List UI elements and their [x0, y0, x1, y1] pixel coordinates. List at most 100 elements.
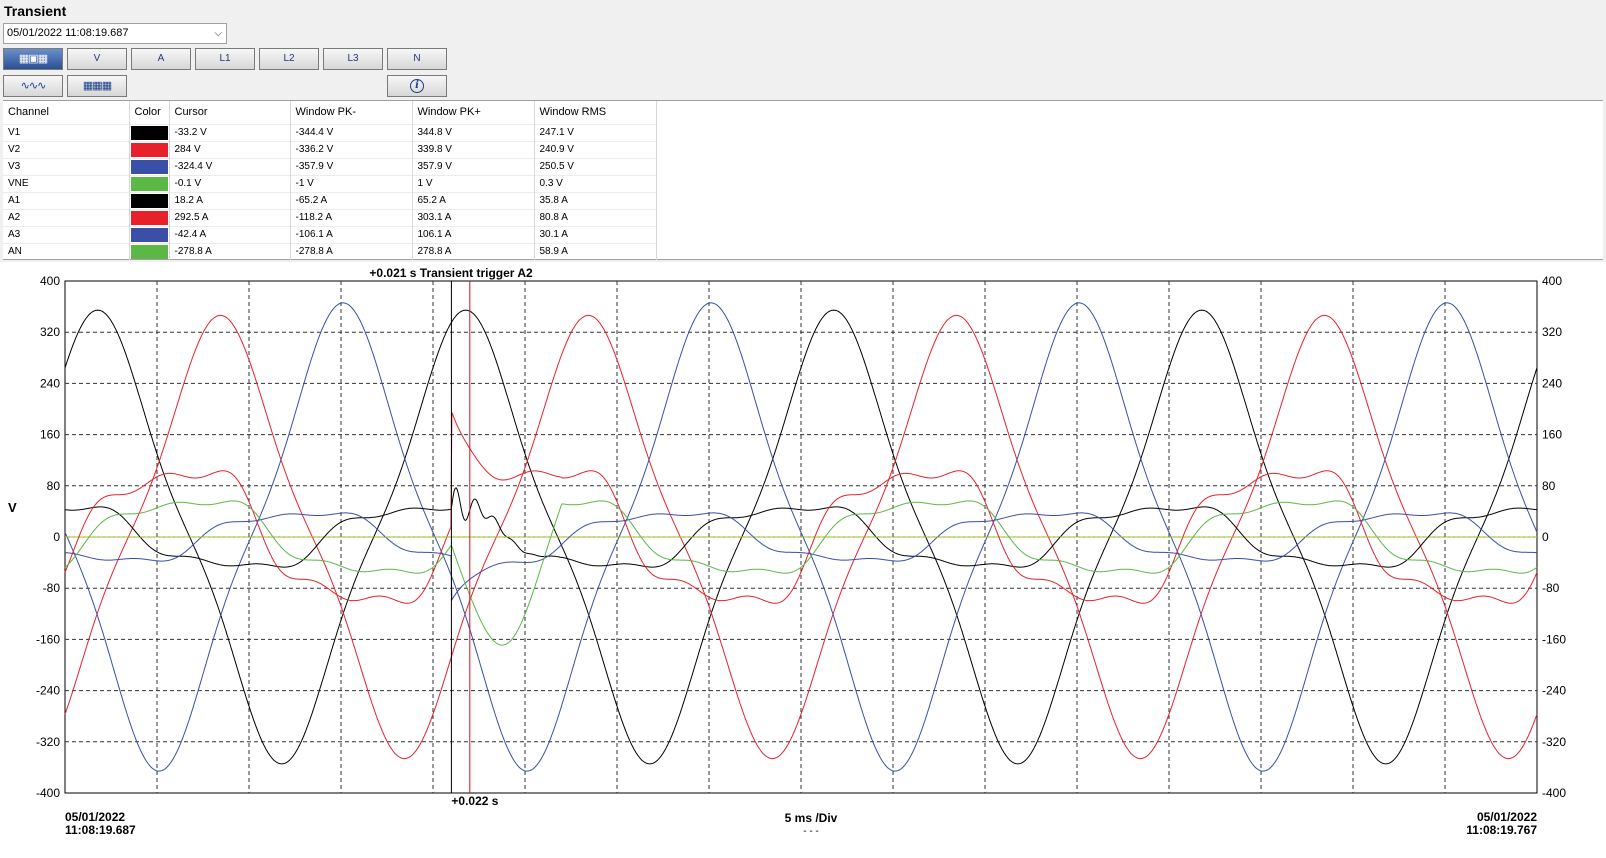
y-tick-label-left: -160 — [36, 632, 60, 646]
channel-table: Channel Color Cursor Window PK- Window P… — [3, 101, 657, 260]
cell-cursor: 284 V — [169, 140, 291, 158]
cell-channel: A3 — [3, 225, 130, 243]
cell-cursor: -33.2 V — [169, 123, 291, 141]
cell-color — [129, 123, 170, 141]
color-swatch[interactable] — [130, 159, 168, 174]
cell-channel: VNE — [3, 174, 130, 192]
y-tick-label-right: 0 — [1542, 530, 1549, 544]
amps-button[interactable]: A — [131, 48, 191, 70]
cell-rms: 247.1 V — [534, 123, 657, 141]
cell-pk-plus: 339.8 V — [412, 140, 535, 158]
y-tick-label-right: 160 — [1542, 428, 1562, 442]
y-tick-label-left: 80 — [47, 479, 61, 493]
column-header-color[interactable]: Color — [129, 101, 170, 124]
column-header-cursor[interactable]: Cursor — [169, 101, 291, 124]
waveform-view-button[interactable]: ∿∿∿ — [3, 75, 63, 97]
cell-rms: 35.8 A — [534, 191, 657, 209]
cell-channel: V1 — [3, 123, 130, 141]
table-row[interactable]: V3 -324.4 V -357.9 V 357.9 V 250.5 V — [3, 157, 657, 175]
cell-color — [129, 225, 170, 243]
column-header-pk-minus[interactable]: Window PK- — [290, 101, 413, 124]
multi-window-button[interactable]: ▦▣▦ — [3, 48, 63, 70]
l1-button[interactable]: L1 — [195, 48, 255, 70]
cell-pk-plus: 357.9 V — [412, 157, 535, 175]
color-swatch[interactable] — [130, 142, 168, 157]
start-date-label: 05/01/2022 — [65, 810, 125, 824]
cell-pk-plus: 278.8 A — [412, 242, 535, 260]
l3-button[interactable]: L3 — [323, 48, 383, 70]
y-tick-label-right: 320 — [1542, 325, 1562, 339]
table-view-button[interactable]: ▦▦▦ — [67, 75, 127, 97]
y-tick-label-left: -400 — [36, 786, 60, 800]
volts-button[interactable]: V — [67, 48, 127, 70]
cell-color — [129, 174, 170, 192]
cell-rms: 58.9 A — [534, 242, 657, 260]
end-time-label: 11:08:19.767 — [1466, 823, 1537, 837]
cell-color — [129, 140, 170, 158]
waveform-chart: 400 400 320 320 240 240 160 160 80 80 0 0 -80 -80 -160… — [0, 262, 1606, 858]
cell-cursor: -278.8 A — [169, 242, 291, 260]
table-row[interactable]: A2 292.5 A -118.2 A 303.1 A 80.8 A — [3, 208, 657, 226]
y-tick-label-left: 0 — [53, 530, 60, 544]
y-tick-label-left: -80 — [43, 581, 61, 595]
column-header-pk-plus[interactable]: Window PK+ — [412, 101, 535, 124]
cell-channel: V3 — [3, 157, 130, 175]
cell-pk-minus: -344.4 V — [290, 123, 413, 141]
color-swatch[interactable] — [130, 176, 168, 191]
cell-pk-minus: -65.2 A — [290, 191, 413, 209]
timestamp-select-value: 05/01/2022 11:08:19.687 — [7, 27, 129, 39]
table-row[interactable]: A1 18.2 A -65.2 A 65.2 A 35.8 A — [3, 191, 657, 209]
cell-color — [129, 242, 170, 260]
y-axis-label: V — [8, 500, 17, 515]
y-tick-label-left: -240 — [36, 684, 60, 698]
table-row[interactable]: V1 -33.2 V -344.4 V 344.8 V 247.1 V — [3, 123, 657, 141]
cell-cursor: 292.5 A — [169, 208, 291, 226]
y-tick-label-left: 240 — [40, 376, 60, 390]
trigger-label: +0.021 s Transient trigger A2 — [369, 266, 533, 280]
timestamp-select[interactable]: 05/01/2022 11:08:19.687 ⌵ — [3, 23, 227, 44]
table-row[interactable]: A3 -42.4 A -106.1 A 106.1 A 30.1 A — [3, 225, 657, 243]
cell-pk-plus: 344.8 V — [412, 123, 535, 141]
cell-color — [129, 157, 170, 175]
color-swatch[interactable] — [130, 125, 168, 140]
start-time-label: 11:08:19.687 — [65, 823, 136, 837]
info-button[interactable]: i — [387, 75, 447, 97]
column-header-channel[interactable]: Channel — [3, 101, 130, 124]
y-tick-label-right: 400 — [1542, 274, 1562, 288]
cell-rms: 30.1 A — [534, 225, 657, 243]
cell-rms: 0.3 V — [534, 174, 657, 192]
color-swatch[interactable] — [130, 244, 168, 259]
l2-button[interactable]: L2 — [259, 48, 319, 70]
cell-pk-minus: -336.2 V — [290, 140, 413, 158]
timebase-label: 5 ms /Div — [785, 811, 838, 825]
cell-rms: 250.5 V — [534, 157, 657, 175]
color-swatch[interactable] — [130, 193, 168, 208]
cell-color — [129, 191, 170, 209]
table-row[interactable]: V2 284 V -336.2 V 339.8 V 240.9 V — [3, 140, 657, 158]
cell-pk-plus: 1 V — [412, 174, 535, 192]
end-date-label: 05/01/2022 — [1477, 810, 1537, 824]
neutral-button[interactable]: N — [387, 48, 447, 70]
multi-window-icon: ▦▣▦ — [18, 53, 48, 65]
cursor-time-label: +0.022 s — [451, 794, 498, 808]
cell-pk-plus: 65.2 A — [412, 191, 535, 209]
column-header-rms[interactable]: Window RMS — [534, 101, 657, 124]
y-tick-label-right: -160 — [1542, 632, 1566, 646]
cell-cursor: -42.4 A — [169, 225, 291, 243]
channel-table-panel: Channel Color Cursor Window PK- Window P… — [3, 100, 1603, 260]
color-swatch[interactable] — [130, 210, 168, 225]
y-tick-label-right: -240 — [1542, 684, 1566, 698]
cell-pk-minus: -118.2 A — [290, 208, 413, 226]
table-row[interactable]: AN -278.8 A -278.8 A 278.8 A 58.9 A — [3, 242, 657, 260]
y-tick-label-right: 240 — [1542, 376, 1562, 390]
chevron-down-icon[interactable]: ⌵ — [214, 24, 222, 43]
color-swatch[interactable] — [130, 227, 168, 242]
table-icon: ▦▦▦ — [82, 80, 112, 92]
cell-cursor: 18.2 A — [169, 191, 291, 209]
timebase-sub-label: - - - — [803, 826, 819, 837]
table-row[interactable]: VNE -0.1 V -1 V1 V 0.3 V — [3, 174, 657, 192]
cell-rms: 80.8 A — [534, 208, 657, 226]
cell-pk-minus: -1 V — [290, 174, 413, 192]
cell-cursor: -324.4 V — [169, 157, 291, 175]
y-tick-label-left: 160 — [40, 428, 60, 442]
